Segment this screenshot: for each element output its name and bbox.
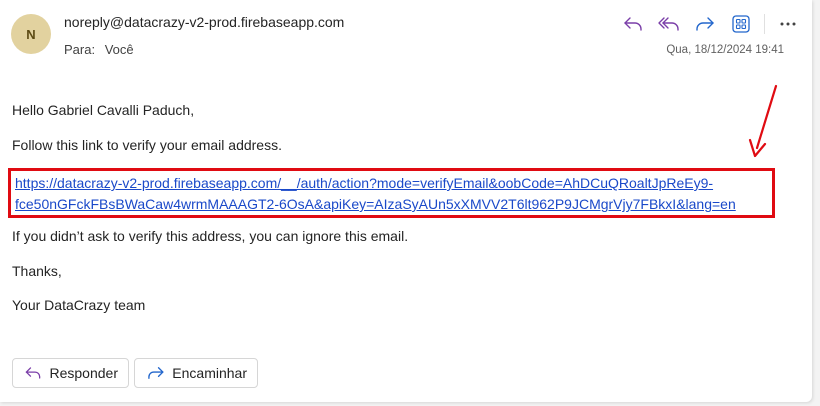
toolbar-divider <box>764 14 765 34</box>
recipient-name[interactable]: Você <box>105 42 134 57</box>
signature-text: Your DataCrazy team <box>12 297 146 313</box>
forward-button[interactable] <box>692 12 718 36</box>
reply-footer-label: Responder <box>49 365 119 381</box>
email-reading-pane: N noreply@datacrazy-v2-prod.firebaseapp.… <box>0 0 812 402</box>
avatar: N <box>11 14 51 54</box>
verification-link-line-2[interactable]: fce50nGFckFBsBWaCaw4wrmMAAAGT2-6OsA&apiK… <box>15 194 768 215</box>
message-date: Qua, 18/12/2024 19:41 <box>666 44 784 56</box>
apps-button[interactable] <box>728 12 754 36</box>
reply-button[interactable] <box>620 12 646 36</box>
forward-icon <box>696 17 714 31</box>
more-icon <box>780 22 796 26</box>
apps-icon <box>732 15 750 33</box>
highlighted-verification-link: https://datacrazy-v2-prod.firebaseapp.co… <box>8 168 775 218</box>
instruction-text: Follow this link to verify your email ad… <box>12 137 282 153</box>
forward-icon <box>148 367 164 379</box>
greeting-text: Hello Gabriel Cavalli Paduch, <box>12 102 195 118</box>
reply-all-button[interactable] <box>656 12 682 36</box>
verification-link-line-1[interactable]: https://datacrazy-v2-prod.firebaseapp.co… <box>15 173 768 194</box>
recipients-row: Para: Você <box>64 42 134 57</box>
ignore-note-text: If you didn’t ask to verify this address… <box>12 228 409 244</box>
to-label: Para: <box>64 42 96 57</box>
more-actions-button[interactable] <box>775 12 801 36</box>
reply-icon <box>624 17 642 31</box>
reply-all-icon <box>658 17 679 31</box>
forward-footer-label: Encaminhar <box>172 365 247 381</box>
forward-footer-button[interactable]: Encaminhar <box>134 358 258 388</box>
reply-icon <box>25 367 41 379</box>
red-arrow-annotation <box>748 84 778 158</box>
message-actions-toolbar <box>620 12 811 36</box>
sender-address[interactable]: noreply@datacrazy-v2-prod.firebaseapp.co… <box>64 14 344 30</box>
thanks-text: Thanks, <box>12 263 62 279</box>
reply-footer-button[interactable]: Responder <box>12 358 129 388</box>
